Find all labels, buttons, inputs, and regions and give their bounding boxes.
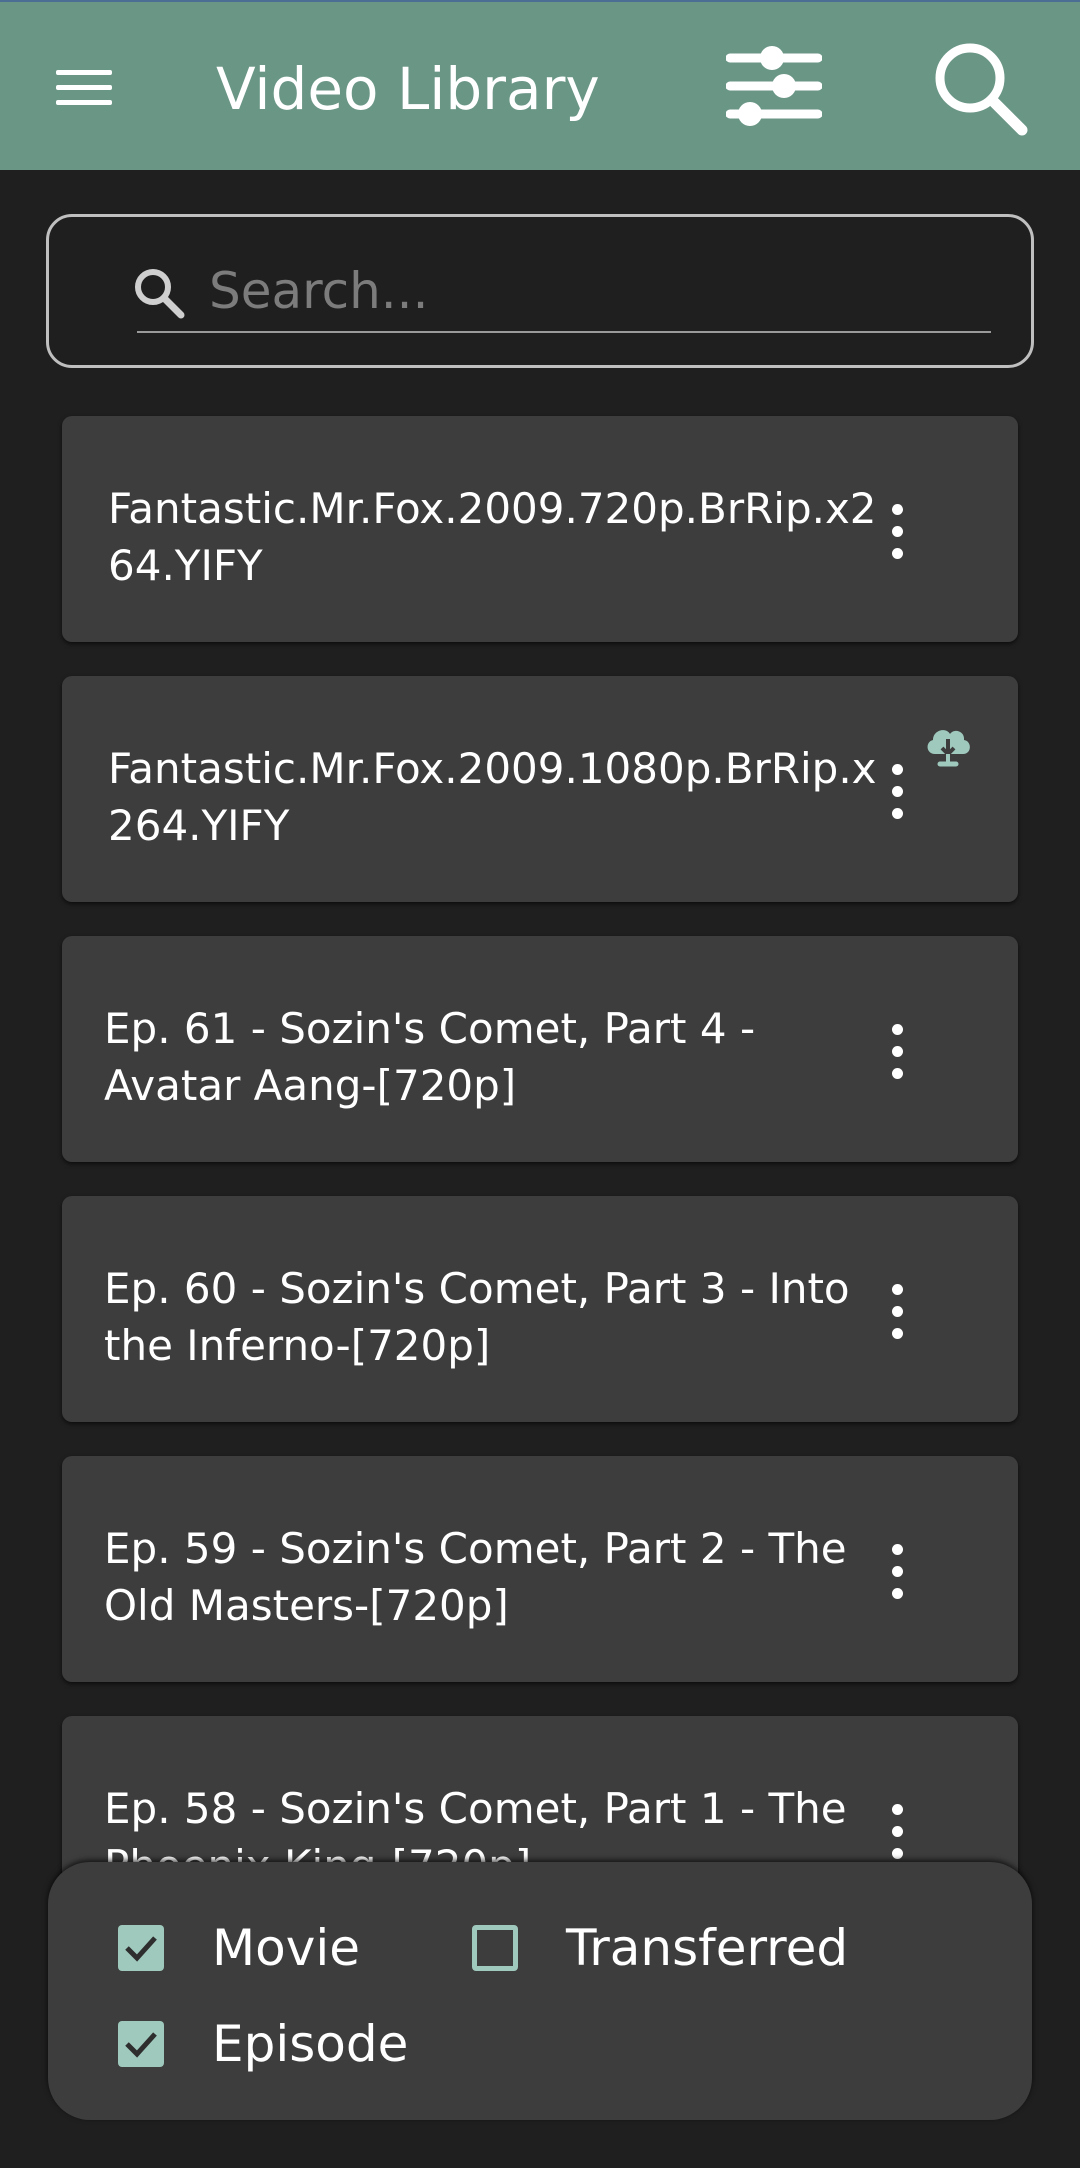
top-app-bar: Video Library <box>0 0 1080 170</box>
video-title: Fantastic.Mr.Fox.2009.1080p.BrRip.x264.Y… <box>108 744 877 850</box>
more-vertical-icon[interactable] <box>878 1282 918 1342</box>
list-item[interactable]: Fantastic.Mr.Fox.2009.1080p.BrRip.x264.Y… <box>62 676 1018 902</box>
checkbox-checked-icon[interactable] <box>118 1925 164 1971</box>
app-screen: Video Library Search... Fantastic.Mr.Fox… <box>0 0 1080 2168</box>
sliders-icon[interactable] <box>725 42 823 132</box>
hamburger-menu-icon[interactable] <box>52 66 116 110</box>
more-vertical-icon[interactable] <box>878 762 918 822</box>
list-item[interactable]: Ep. 59 - Sozin's Comet, Part 2 - The Old… <box>62 1456 1018 1682</box>
search-input[interactable] <box>137 251 991 333</box>
list-item[interactable]: Fantastic.Mr.Fox.2009.720p.BrRip.x264.YI… <box>62 416 1018 642</box>
cloud-download-icon <box>922 720 974 772</box>
video-title: Fantastic.Mr.Fox.2009.720p.BrRip.x264.YI… <box>108 484 877 590</box>
episode-checkbox[interactable]: Episode <box>118 2014 408 2074</box>
video-title: Ep. 60 - Sozin's Comet, Part 3 - Into th… <box>104 1264 850 1370</box>
search-bar <box>46 214 1034 368</box>
video-title: Ep. 59 - Sozin's Comet, Part 2 - The Old… <box>104 1524 847 1630</box>
more-vertical-icon[interactable] <box>878 1542 918 1602</box>
list-item[interactable]: Ep. 61 - Sozin's Comet, Part 4 - Avatar … <box>62 936 1018 1162</box>
more-vertical-icon[interactable] <box>878 502 918 562</box>
checkbox-unchecked-icon[interactable] <box>472 1925 518 1971</box>
checkbox-checked-icon[interactable] <box>118 2021 164 2067</box>
transferred-label: Transferred <box>566 1919 849 1977</box>
type-filter-panel: Movie Transferred Episode <box>48 1862 1032 2120</box>
video-list: Fantastic.Mr.Fox.2009.720p.BrRip.x264.YI… <box>62 416 1018 1976</box>
video-title: Ep. 61 - Sozin's Comet, Part 4 - Avatar … <box>104 1004 756 1110</box>
transferred-checkbox[interactable]: Transferred <box>472 1918 848 1978</box>
episode-label: Episode <box>212 2015 409 2073</box>
more-vertical-icon[interactable] <box>878 1022 918 1082</box>
search-icon[interactable] <box>930 38 1030 138</box>
more-vertical-icon[interactable] <box>878 1802 918 1862</box>
list-item[interactable]: Ep. 60 - Sozin's Comet, Part 3 - Into th… <box>62 1196 1018 1422</box>
movie-label: Movie <box>212 1919 360 1977</box>
movie-checkbox[interactable]: Movie <box>118 1918 360 1978</box>
page-title: Video Library <box>216 55 600 123</box>
